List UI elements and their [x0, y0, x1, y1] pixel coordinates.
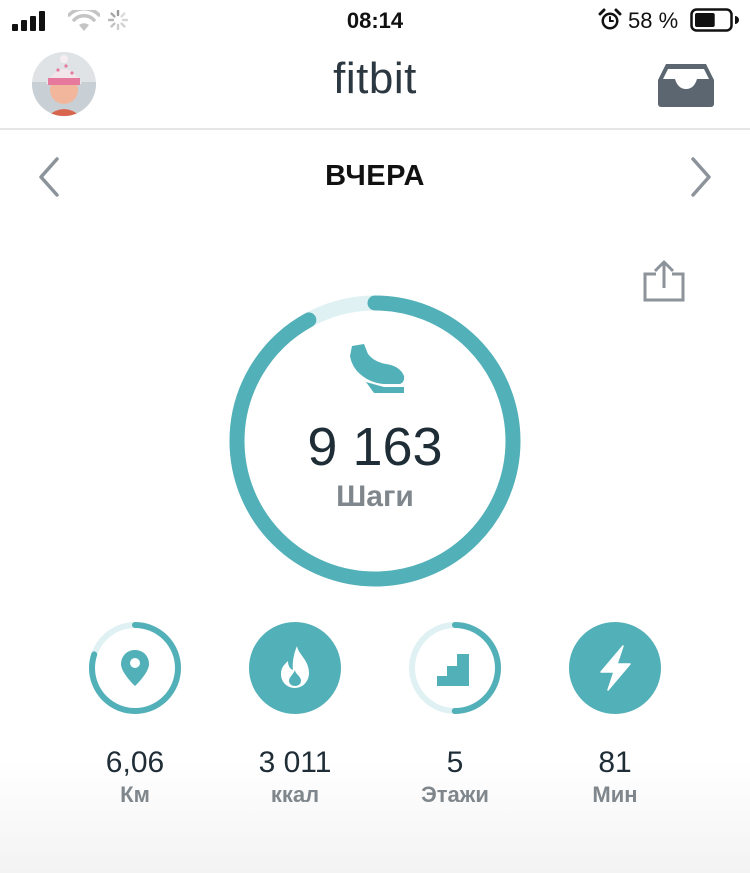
inbox-icon[interactable]	[656, 62, 716, 108]
distance-ring[interactable]	[87, 620, 183, 716]
stairs-icon	[437, 654, 469, 686]
stat-unit: Этажи	[421, 782, 489, 807]
active-minutes-ring[interactable]	[567, 620, 663, 716]
shoe-icon	[350, 344, 405, 393]
stat-value: 3 011	[258, 746, 332, 779]
header-divider	[0, 128, 750, 130]
floors-ring[interactable]	[407, 620, 503, 716]
stat-calories[interactable]: 3 011 ккал	[220, 744, 370, 808]
app-logo: fitbit	[333, 54, 417, 103]
date-title: ВЧЕРА	[325, 160, 425, 192]
stat-distance[interactable]: 6,06 Км	[60, 744, 210, 808]
calories-ring[interactable]	[247, 620, 343, 716]
stat-active-minutes[interactable]: 81 Мин	[540, 744, 690, 808]
stat-unit: Км	[120, 782, 150, 807]
stat-value: 5	[446, 746, 464, 779]
location-pin-icon	[121, 650, 149, 686]
battery-icon	[690, 8, 739, 32]
stat-value: 81	[598, 746, 632, 779]
steps-unit: Шаги	[336, 480, 414, 513]
steps-value: 9 163	[307, 417, 443, 477]
stat-floors[interactable]: 5 Этажи	[380, 744, 530, 808]
battery-percent: 58 %	[628, 8, 679, 33]
stat-value: 6,06	[105, 746, 165, 779]
alarm-icon	[598, 8, 622, 30]
stat-unit: ккал	[270, 782, 320, 807]
chevron-right-icon[interactable]	[688, 156, 714, 198]
status-bar: 08:14 58 %	[0, 0, 750, 40]
share-icon[interactable]	[642, 260, 686, 302]
stat-unit: Мин	[592, 782, 638, 807]
